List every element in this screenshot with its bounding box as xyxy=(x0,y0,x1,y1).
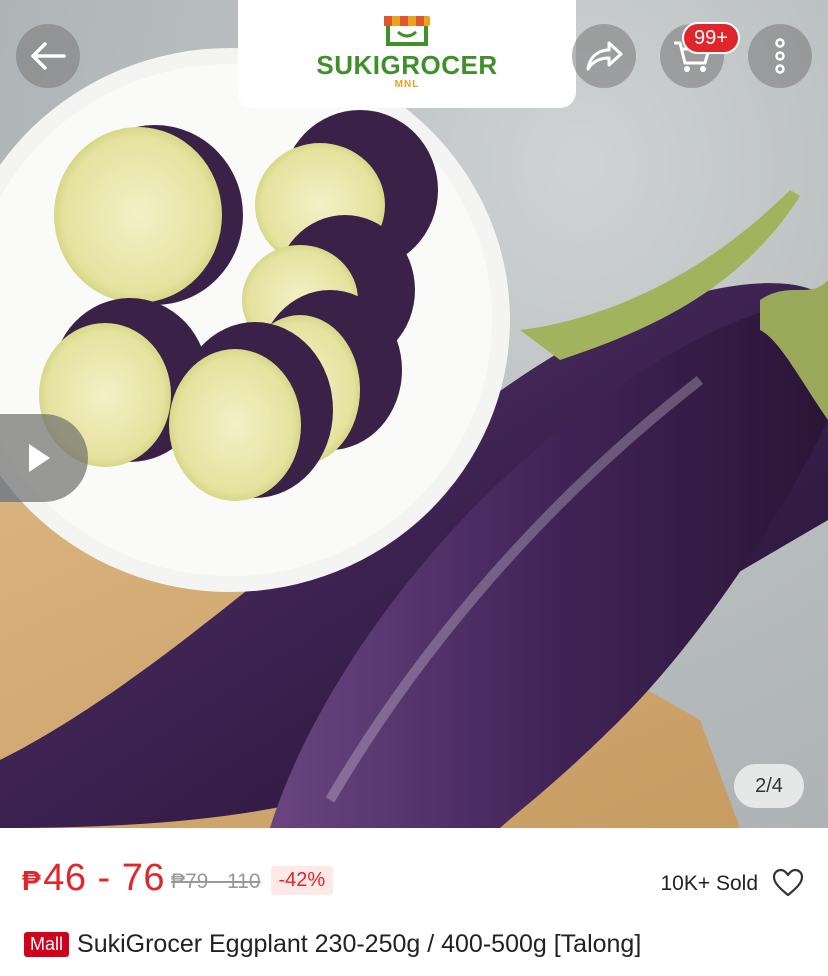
image-counter: 2/4 xyxy=(734,764,804,808)
store-logo-sub: MNL xyxy=(394,79,420,90)
cart-count-badge: 99+ xyxy=(682,22,740,54)
store-logo[interactable]: SUKIGROCER MNL xyxy=(238,0,576,108)
storefront-icon xyxy=(384,16,430,46)
product-page: SUKIGROCER MNL 99+ 2/4 ₱46 - 76 ₱79 - 11… xyxy=(0,0,828,976)
product-image-gallery[interactable] xyxy=(0,0,828,828)
mall-badge: Mall xyxy=(24,931,70,957)
store-logo-name: SUKIGROCER xyxy=(316,50,498,80)
play-icon xyxy=(29,444,50,472)
price: ₱46 - 76 xyxy=(22,857,165,900)
arrow-left-icon xyxy=(31,42,66,70)
favorite-button[interactable] xyxy=(772,868,804,903)
product-title-row: Mall SukiGrocer Eggplant 230-250g / 400-… xyxy=(24,924,818,964)
play-video-button[interactable] xyxy=(0,414,88,502)
product-photo xyxy=(0,48,828,828)
price-currency: ₱ xyxy=(22,864,42,896)
price-range: 46 - 76 xyxy=(43,856,165,899)
original-price: ₱79 - 110 xyxy=(171,870,261,893)
share-button[interactable] xyxy=(572,24,636,88)
more-vertical-icon xyxy=(775,38,785,74)
discount-badge: -42% xyxy=(270,865,334,895)
more-button[interactable] xyxy=(748,24,812,88)
heart-outline-icon xyxy=(772,868,804,897)
sold-count: 10K+ Sold xyxy=(660,872,759,895)
back-button[interactable] xyxy=(16,24,80,88)
share-icon xyxy=(586,41,623,71)
product-title: SukiGrocer Eggplant 230-250g / 400-500g … xyxy=(77,929,642,958)
